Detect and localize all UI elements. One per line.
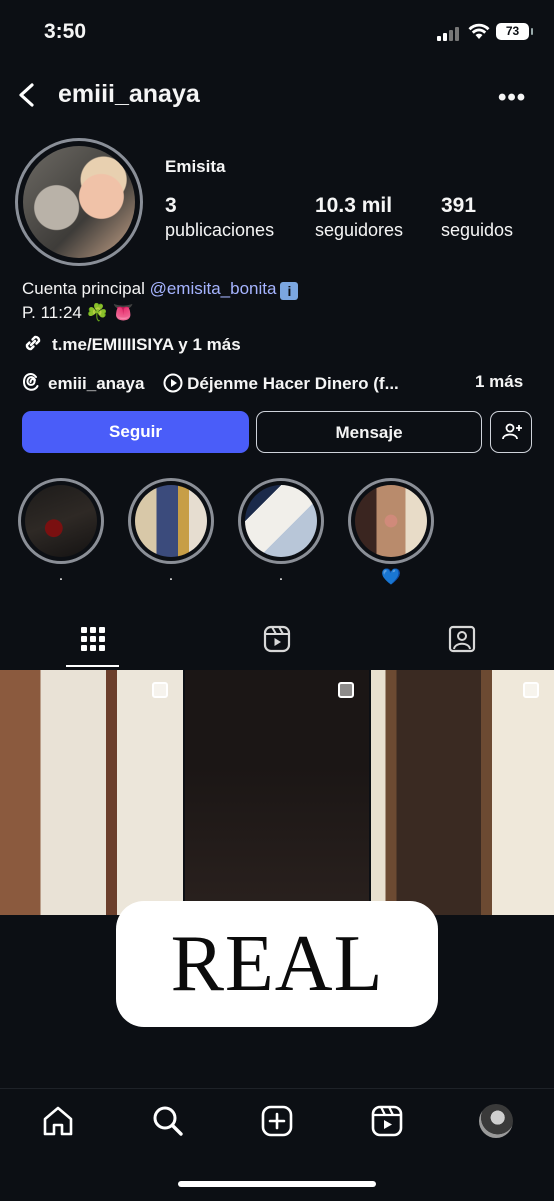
music-more[interactable]: 1 más — [475, 372, 523, 392]
real-overlay-label: REAL — [116, 901, 438, 1027]
stat-followers[interactable]: 10.3 mil seguidores — [315, 194, 403, 241]
stat-followers-value: 10.3 mil — [315, 194, 393, 217]
grid-icon[interactable] — [78, 624, 108, 654]
follow-button[interactable]: Seguir — [22, 411, 249, 453]
create-icon[interactable] — [260, 1104, 294, 1138]
tagged-icon[interactable] — [447, 624, 477, 654]
info-icon: i — [280, 282, 299, 300]
threads-music-row: emiii_anaya Déjenme Hacer Dinero (f... — [22, 372, 399, 394]
display-name: Emisita — [165, 157, 226, 176]
highlight-image-3[interactable] — [245, 485, 317, 557]
search-icon[interactable] — [151, 1104, 185, 1138]
home-indicator[interactable] — [178, 1181, 376, 1187]
highlight-label-4: 💙 — [381, 569, 401, 586]
battery-indicator: 73 — [496, 23, 533, 40]
active-tab-indicator — [66, 665, 119, 667]
stat-posts[interactable]: 3 publicaciones — [165, 194, 274, 241]
add-user-icon — [501, 422, 523, 442]
home-icon[interactable] — [41, 1104, 75, 1138]
bio-line-1: Cuenta principal @emisita_bonita i — [22, 279, 299, 300]
multi-post-icon-1 — [152, 682, 168, 698]
post-thumbnail-2[interactable] — [185, 670, 369, 915]
reels-nav-icon[interactable] — [370, 1104, 404, 1138]
signal-icon — [437, 27, 461, 41]
status-time: 3:50 — [44, 20, 87, 43]
external-link[interactable]: t.me/EMIIIISIYA y 1 más — [22, 332, 241, 355]
stat-following-label: seguidos — [441, 220, 514, 240]
highlight-image-4[interactable] — [355, 485, 427, 557]
threads-icon[interactable] — [22, 372, 40, 392]
stat-following[interactable]: 391 seguidos — [441, 194, 513, 241]
profile-username: emiii_anaya — [58, 80, 200, 108]
highlight-image-2[interactable] — [135, 485, 207, 557]
music-title[interactable]: Déjenme Hacer Dinero (f... — [187, 374, 399, 393]
back-icon[interactable] — [16, 82, 38, 108]
post-thumbnail-1[interactable] — [0, 670, 183, 915]
multi-post-icon-3 — [523, 682, 539, 698]
stat-posts-value: 3 — [165, 194, 177, 217]
link-text: t.me/EMIIIISIYA y 1 más — [52, 335, 241, 354]
more-icon[interactable]: ••• — [498, 84, 526, 112]
message-button[interactable]: Mensaje — [256, 411, 482, 453]
highlight-label-1: . — [58, 567, 64, 584]
bio-mention-link[interactable]: @emisita_bonita — [150, 279, 277, 298]
post-thumbnail-3[interactable] — [371, 670, 554, 915]
multi-post-icon-2 — [338, 682, 354, 698]
highlight-label-3: . — [278, 567, 284, 584]
stat-following-value: 391 — [441, 194, 477, 217]
add-user-button[interactable] — [490, 411, 532, 453]
stat-posts-label: publicaciones — [165, 220, 275, 240]
wifi-icon — [468, 22, 490, 40]
stat-followers-label: seguidores — [315, 220, 404, 240]
threads-handle[interactable]: emiii_anaya — [48, 374, 144, 393]
highlight-label-2: . — [168, 567, 174, 584]
reels-icon[interactable] — [262, 624, 292, 654]
play-circle-icon — [163, 373, 183, 393]
bio-line-2: P. 11:24 ☘️ 👅 — [22, 303, 134, 322]
profile-avatar[interactable] — [23, 146, 135, 258]
highlight-image-1[interactable] — [25, 485, 97, 557]
bio-prefix: Cuenta principal — [22, 279, 150, 298]
link-icon — [22, 332, 44, 354]
profile-avatar-icon[interactable] — [479, 1104, 513, 1138]
